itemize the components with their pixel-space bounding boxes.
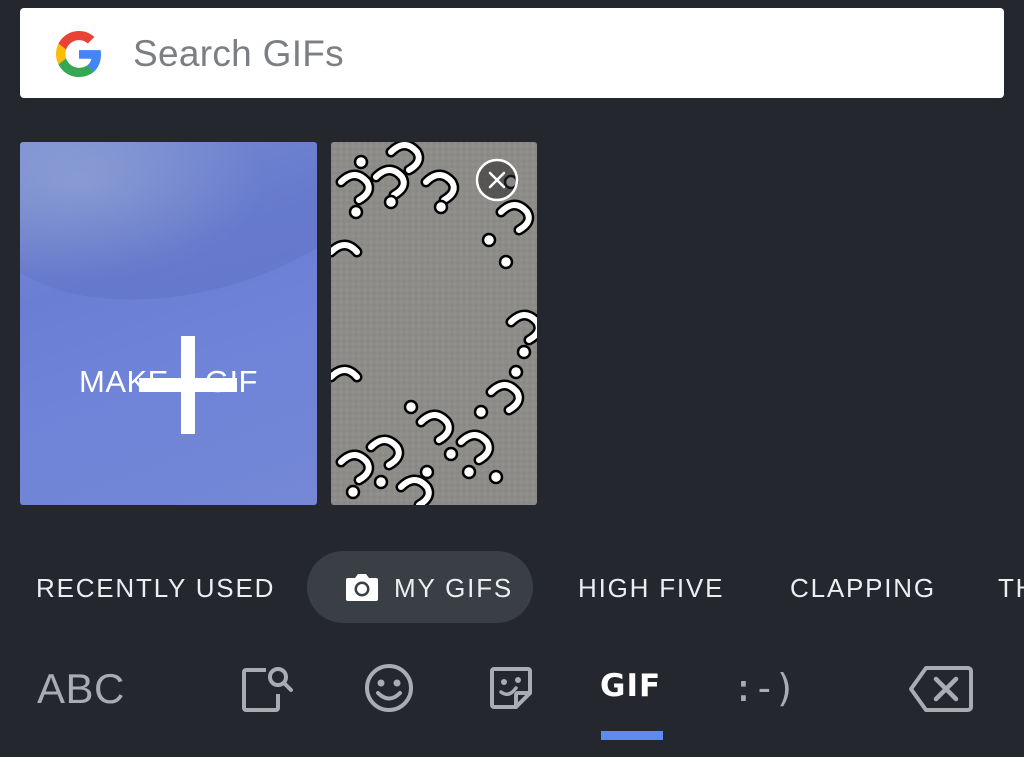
emoticon-button[interactable]: :-): [732, 666, 797, 710]
smiley-icon[interactable]: [363, 662, 415, 714]
tab-label: MY GIFS: [394, 573, 514, 603]
saved-gif-tile[interactable]: [331, 142, 537, 505]
bottom-toolbar: ABC GIF :-): [0, 648, 1024, 757]
plus-icon: [139, 336, 237, 434]
tab-recently-used[interactable]: RECENTLY USED: [36, 551, 275, 623]
tab-label: CLAPPING: [790, 573, 936, 603]
camera-icon: [346, 574, 378, 602]
tab-label: HIGH FIVE: [578, 573, 725, 603]
abc-button[interactable]: ABC: [37, 665, 125, 713]
gif-keyboard: Search GIFs MAKE A GIF: [0, 0, 1024, 757]
category-tabs: RECENTLY USED MY GIFS HIGH FIVE CLAPPING…: [0, 551, 1024, 623]
tab-my-gifs[interactable]: MY GIFS: [307, 551, 533, 623]
tab-label: TH: [998, 573, 1024, 603]
gif-tab-button[interactable]: GIF: [600, 668, 661, 704]
tab-high-five[interactable]: HIGH FIVE: [578, 551, 724, 623]
search-bar[interactable]: Search GIFs: [20, 8, 1004, 98]
search-input[interactable]: Search GIFs: [133, 8, 344, 98]
close-icon[interactable]: [475, 158, 519, 202]
sticker-search-icon[interactable]: [240, 664, 294, 714]
tab-th[interactable]: TH: [998, 551, 1024, 623]
make-gif-tile[interactable]: MAKE A GIF: [20, 142, 317, 505]
tab-label: RECENTLY USED: [36, 573, 276, 603]
active-tab-indicator: [601, 731, 663, 740]
tab-clapping[interactable]: CLAPPING: [790, 551, 936, 623]
google-g-icon: [56, 31, 102, 77]
backspace-icon[interactable]: [908, 664, 974, 714]
sticker-icon[interactable]: [488, 665, 534, 711]
